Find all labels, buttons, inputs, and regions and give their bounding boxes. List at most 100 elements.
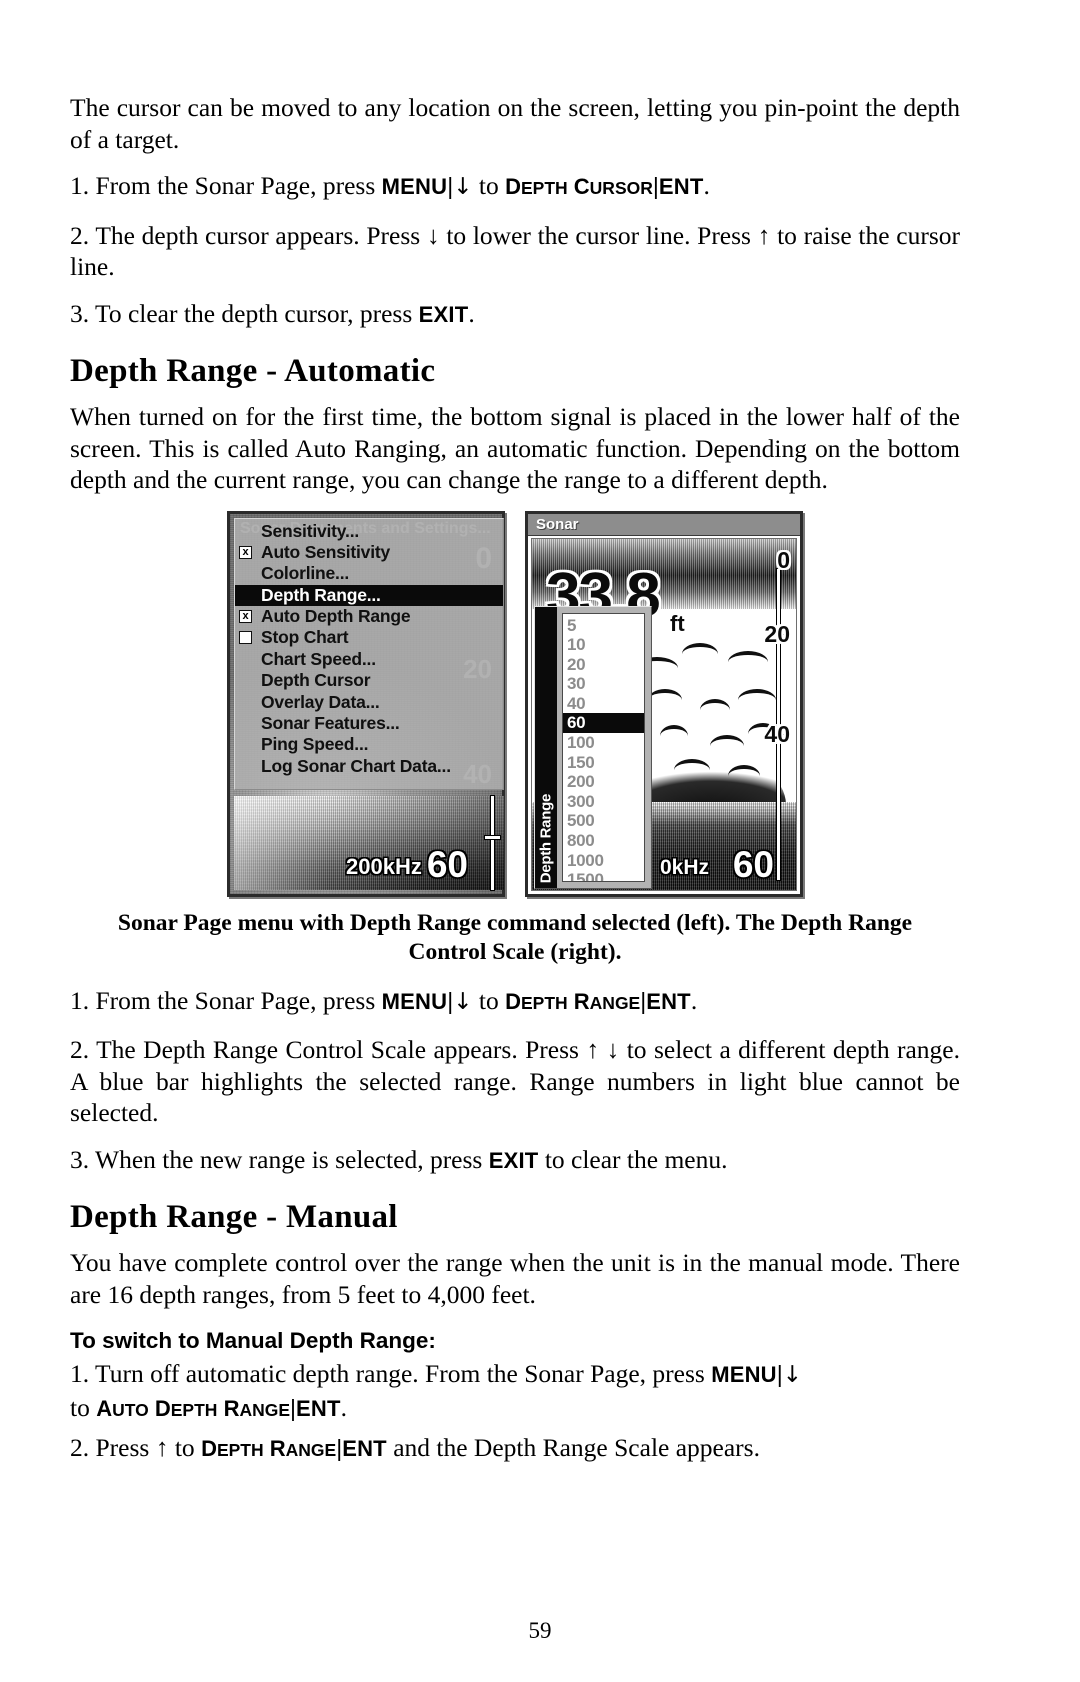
subheading-switch-manual: To switch to Manual Depth Range: [70,1328,436,1353]
step1-middle: to [472,171,506,200]
depth-range-option-selected[interactable]: 60 [563,713,644,734]
menu-item-stop-chart[interactable]: Stop Chart [235,627,503,648]
key-menu: MENU [381,174,448,199]
menu-item-chart-speed[interactable]: Chart Speed... [235,649,503,670]
sonar-page-menu[interactable]: Sensitivity... x Auto Sensitivity Colorli… [234,517,504,790]
left-depth-scale-tick [485,835,500,839]
figure-sonar-devices: Sonar Documents and Settings... 0 20 40 … [70,510,960,897]
depth-range-option[interactable]: 300 [563,792,644,812]
key-ent: ENT [296,1395,341,1421]
dialog-title-strip: Depth Range [535,606,557,888]
menu-item-label: Colorline... [261,563,350,584]
depth-reading-unit: ft [670,610,685,636]
device-left-sonar-menu: Sonar Documents and Settings... 0 20 40 … [227,510,505,897]
down-arrow-icon: ↓ [453,988,473,1015]
depth-range-option[interactable]: 100 [563,733,644,753]
paragraph-step-2: 2. The depth cursor appears. Press ↓ to … [70,220,960,282]
fish-arch-icon [682,642,718,654]
paragraph-range-step-1: 1. From the Sonar Page, press MENU|↓ to … [70,985,960,1020]
s3-prefix: 3. When the new range is selected, press [70,1144,489,1174]
depth-scale-label-40: 40 [764,720,790,747]
paragraph-step-3: 3. To clear the depth cursor, press EXIT… [70,298,960,331]
right-device-titlebar: Sonar [528,513,800,536]
m1-end: . [340,1392,347,1422]
step3-end: . [468,298,475,328]
paragraph-auto-body: When turned on for the first time, the b… [70,402,960,494]
menu-item-overlay-data[interactable]: Overlay Data... [235,692,503,713]
menu-item-auto-depth-range[interactable]: x Auto Depth Range [235,606,503,627]
paragraph-intro: The cursor can be moved to any location … [70,93,960,154]
checkbox-checked-icon[interactable]: x [239,610,252,624]
menu-item-label: Stop Chart [261,627,349,648]
fish-arch-icon [728,650,768,662]
command-depth-range: DEPTH RANGE [505,988,641,1014]
fish-arch-icon [700,698,730,710]
depth-range-option[interactable]: 10 [563,635,644,655]
down-arrow-icon: ↓ [453,174,473,200]
s1-end: . [690,985,698,1015]
menu-item-label: Auto Sensitivity [261,541,391,562]
menu-item-label: Chart Speed... [261,648,376,669]
depth-range-option[interactable]: 200 [563,772,644,792]
menu-item-label: Depth Cursor [261,670,371,691]
checkbox-unchecked-icon[interactable] [239,631,252,645]
fish-arch-icon [738,688,776,700]
left-depth-scale-line [491,795,494,890]
m1-to: to [70,1392,97,1422]
menu-item-label: Log Sonar Chart Data... [261,755,451,776]
depth-range-option[interactable]: 5 [563,616,644,636]
menu-item-label: Depth Range... [261,584,381,605]
command-auto-depth-range: AUTO DEPTH RANGE [96,1395,291,1421]
step3-prefix: 3. To clear the depth cursor, press [70,298,419,328]
s1-prefix: 1. From the Sonar Page, press [70,985,382,1015]
key-menu: MENU [711,1362,777,1387]
menu-item-label: Sensitivity... [261,520,360,541]
depth-scale-label-20: 20 [764,620,790,647]
depth-range-option-list[interactable]: 5 10 20 30 40 60 100 150 200 300 500 800… [562,612,645,882]
depth-range-option[interactable]: 1000 [563,851,644,871]
menu-item-log-sonar-chart-data[interactable]: Log Sonar Chart Data... [235,756,503,777]
depth-range-option[interactable]: 1500 [563,870,644,880]
depth-range-option[interactable]: 150 [563,753,644,773]
key-ent: ENT [658,174,704,199]
heading-depth-range-manual: Depth Range - Manual [70,1199,398,1235]
key-ent: ENT [646,988,691,1014]
menu-item-ping-speed[interactable]: Ping Speed... [235,734,503,755]
menu-item-depth-range[interactable]: Depth Range... [235,584,503,607]
menu-item-depth-cursor[interactable]: Depth Cursor [235,670,503,691]
checkbox-checked-icon[interactable]: x [239,545,252,559]
menu-item-sonar-features[interactable]: Sonar Features... [235,713,503,734]
right-frequency-label: 0kHz [660,855,710,879]
depth-range-option[interactable]: 20 [563,655,644,675]
depth-range-option[interactable]: 500 [563,811,644,831]
depth-range-control-scale-dialog[interactable]: Depth Range 5 10 20 30 40 60 100 150 200… [534,605,652,889]
step1-end: . [703,171,710,200]
m2-prefix: 2. Press ↑ to [70,1433,202,1462]
menu-item-colorline[interactable]: Colorline... [235,563,503,584]
fish-arch-icon [710,734,744,746]
menu-item-label: Sonar Features... [261,713,400,734]
key-exit: EXIT [488,1147,539,1173]
key-exit: EXIT [418,301,469,327]
depth-range-option[interactable]: 40 [563,694,644,714]
key-menu: MENU [381,988,448,1014]
menu-item-sensitivity[interactable]: Sensitivity... [235,521,503,542]
figure-caption: Sonar Page menu with Depth Range command… [117,909,913,965]
depth-range-option[interactable]: 30 [563,674,644,694]
m1-prefix: 1. Turn off automatic depth range. From … [70,1359,712,1388]
s3-suffix: to clear the menu. [538,1144,728,1174]
menu-item-label: Auto Depth Range [261,606,411,627]
right-device-title: Sonar [536,515,579,533]
menu-item-auto-sensitivity[interactable]: x Auto Sensitivity [235,542,503,563]
s1-middle: to [472,985,506,1015]
dialog-title: Depth Range [537,794,555,884]
depth-range-option[interactable]: 800 [563,831,644,851]
document-page: The cursor can be moved to any location … [0,0,1080,1682]
paragraph-manual-step-1: 1. Turn off automatic depth range. From … [70,1358,960,1426]
paragraph-manual-step-2: 2. Press ↑ to DEPTH RANGE|ENT and the De… [70,1432,960,1467]
key-ent: ENT [342,1436,387,1461]
left-frequency-label: 200kHz [346,853,422,879]
left-range-label: 60 [426,843,468,885]
paragraph-range-step-3: 3. When the new range is selected, press… [70,1144,960,1177]
command-depth-range-2: DEPTH RANGE [201,1436,337,1461]
